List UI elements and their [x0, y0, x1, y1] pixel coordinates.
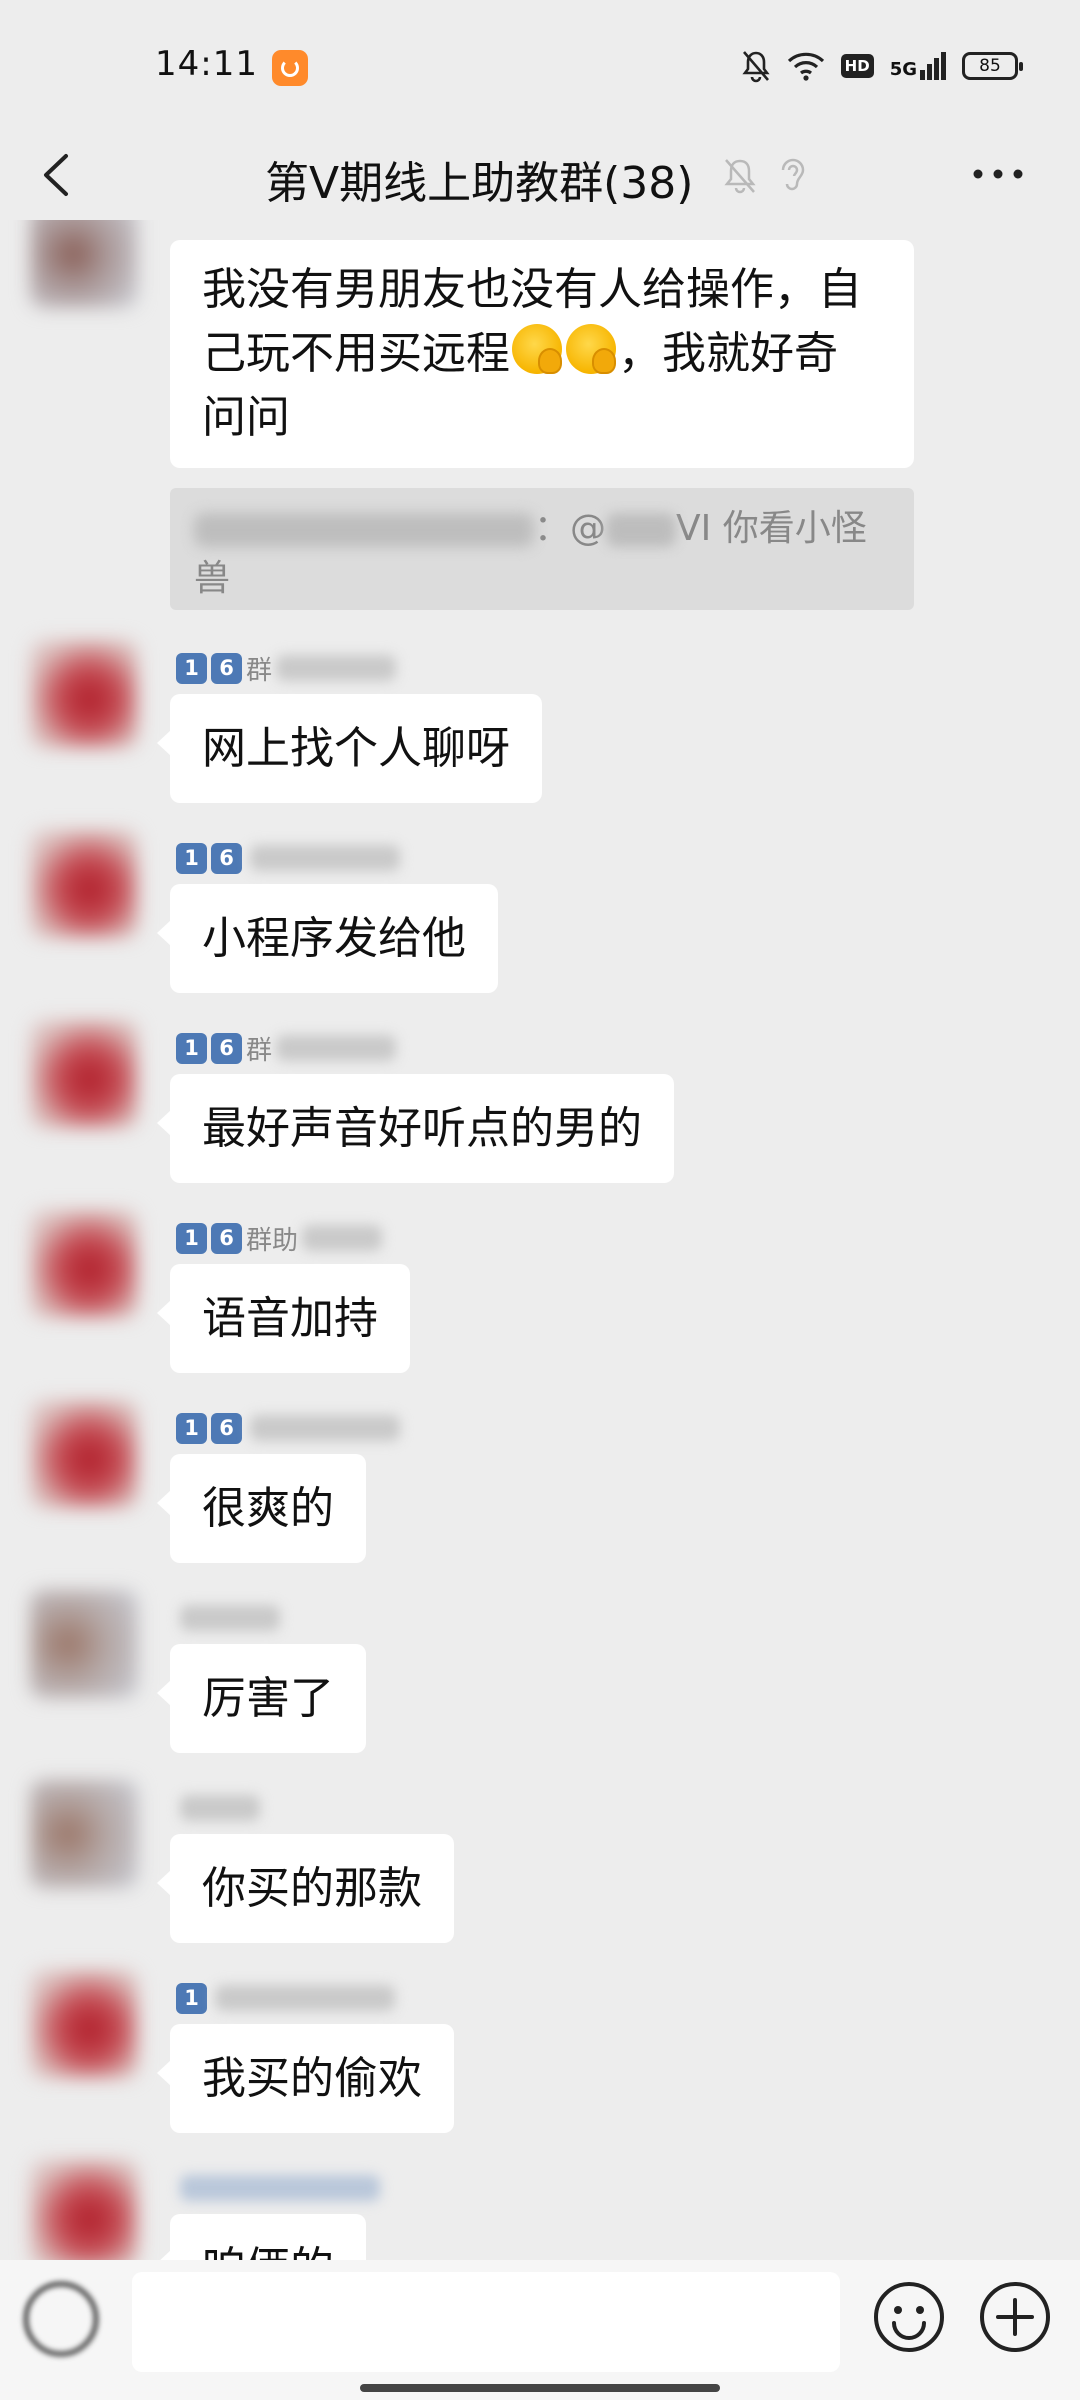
- level-badge: 1: [176, 1982, 207, 2014]
- level-badge: 1: [176, 1222, 207, 1254]
- message-bubble[interactable]: 网上找个人聊呀: [157, 694, 542, 803]
- message-text: ，我就好奇: [618, 328, 838, 379]
- sender-name: 1 6 群: [176, 650, 397, 686]
- sender-name: [176, 1790, 260, 1826]
- message-text: 语音加持: [202, 1293, 378, 1344]
- sender-name: 1 6: [176, 1410, 400, 1446]
- message-text: 很爽的: [202, 1483, 334, 1534]
- avatar[interactable]: [30, 1970, 138, 2078]
- mute-bell-icon: [742, 51, 770, 83]
- page-title: 第V期线上助教群(38): [265, 158, 694, 209]
- level-badge: 6: [211, 1222, 242, 1254]
- message-text: 小程序发给他: [202, 913, 466, 964]
- message-text: 己玩不用买远程: [202, 328, 510, 379]
- blurred-name: [302, 1225, 383, 1251]
- message-input[interactable]: [132, 2272, 840, 2372]
- sender-name: [176, 2170, 380, 2206]
- sender-name-text: 群助: [246, 1225, 299, 1256]
- level-badge: 6: [211, 842, 242, 874]
- message-bubble[interactable]: 我没有男朋友也没有人给操作，自 己玩不用买远程 ，我就好奇 问问: [170, 240, 914, 468]
- avatar[interactable]: [30, 830, 138, 938]
- level-badge: 1: [176, 842, 207, 874]
- thinking-emoji-icon: [566, 324, 616, 374]
- more-icon[interactable]: [968, 154, 1028, 194]
- battery-level: 85: [979, 56, 1001, 76]
- blurred-name: [180, 1605, 280, 1631]
- avatar[interactable]: [30, 1020, 138, 1128]
- message-bubble[interactable]: 咱俩的: [157, 2214, 366, 2260]
- mute-icon: [724, 159, 756, 194]
- avatar[interactable]: [30, 2160, 138, 2260]
- signal-bars-icon: [920, 52, 946, 80]
- sender-name-text: 群: [246, 655, 273, 686]
- message-text: 最好声音好听点的男的: [202, 1103, 642, 1154]
- sender-name: 1: [176, 1980, 395, 2016]
- message-bubble[interactable]: 小程序发给他: [157, 884, 498, 993]
- avatar[interactable]: [30, 1400, 138, 1508]
- sender-name: 1 6 群助: [176, 1220, 383, 1256]
- quoted-reply[interactable]: ：@ VI 你看小怪 兽: [170, 488, 914, 610]
- home-indicator[interactable]: [360, 2384, 720, 2392]
- blurred-name: [180, 2175, 380, 2201]
- message-text: 你买的那款: [202, 1863, 422, 1914]
- blurred-name: [250, 845, 400, 871]
- sender-name: 1 6 群: [176, 1030, 397, 1066]
- blurred-name: [180, 1795, 260, 1821]
- battery-icon: 85: [962, 52, 1023, 80]
- avatar[interactable]: [30, 1780, 138, 1888]
- hd-icon: HD: [840, 54, 874, 78]
- message-bubble[interactable]: 语音加持: [157, 1264, 410, 1373]
- level-badge: 1: [176, 652, 207, 684]
- message-bubble[interactable]: 你买的那款: [157, 1834, 454, 1943]
- input-bar: [0, 2260, 1080, 2400]
- quote-text: 兽: [194, 558, 231, 599]
- ear-icon: [781, 158, 805, 191]
- message-bubble[interactable]: 厉害了: [157, 1644, 366, 1753]
- blurred-text: [606, 513, 677, 547]
- thinking-emoji-icon: [512, 324, 562, 374]
- message-text: 我没有男朋友也没有人给操作，自: [202, 264, 862, 315]
- message-text: 咱俩的: [202, 2243, 334, 2260]
- message-text: 我买的偷欢: [202, 2053, 422, 2104]
- avatar[interactable]: [30, 220, 138, 308]
- message-bubble[interactable]: 最好声音好听点的男的: [157, 1074, 674, 1183]
- message-text: 厉害了: [202, 1673, 334, 1724]
- blurred-name: [215, 1985, 395, 2011]
- wifi-icon: [787, 52, 824, 81]
- back-icon[interactable]: [32, 150, 82, 200]
- message-bubble[interactable]: 我买的偷欢: [157, 2024, 454, 2133]
- blurred-text: [194, 513, 534, 547]
- level-badge: 6: [211, 1032, 242, 1064]
- plus-icon[interactable]: [978, 2280, 1052, 2354]
- level-badge: 6: [211, 652, 242, 684]
- level-badge: 1: [176, 1412, 207, 1444]
- avatar[interactable]: [30, 1590, 138, 1698]
- voice-icon[interactable]: [24, 2282, 98, 2356]
- status-icons: HD 5G 85: [741, 46, 1023, 86]
- quote-text: ：@: [534, 508, 607, 549]
- network-type: 5G: [889, 59, 917, 80]
- emoji-icon[interactable]: [872, 2280, 946, 2354]
- uc-browser-icon: [272, 50, 308, 86]
- signal-5g-icon: 5G: [890, 52, 946, 80]
- avatar[interactable]: [30, 1210, 138, 1318]
- message-list[interactable]: 我没有男朋友也没有人给操作，自 己玩不用买远程 ，我就好奇 问问 ：@ VI 你看小…: [0, 220, 1080, 2260]
- quote-text: VI 你看小怪: [676, 508, 867, 549]
- blurred-name: [276, 1035, 397, 1061]
- sender-name: [176, 1600, 280, 1636]
- avatar[interactable]: [30, 640, 138, 748]
- level-badge: 1: [176, 1032, 207, 1064]
- message-text: 网上找个人聊呀: [202, 723, 510, 774]
- blurred-name: [276, 655, 397, 681]
- message-bubble[interactable]: 很爽的: [157, 1454, 366, 1563]
- chat-header: 第V期线上助教群(38): [0, 130, 1080, 220]
- sender-name: 1 6: [176, 840, 400, 876]
- status-bar: 14:11 HD 5G 85: [0, 0, 1080, 130]
- sender-name-text: 群: [246, 1035, 273, 1066]
- message-text: 问问: [202, 392, 290, 443]
- status-time: 14:11: [155, 44, 258, 84]
- blurred-name: [250, 1415, 400, 1441]
- level-badge: 6: [211, 1412, 242, 1444]
